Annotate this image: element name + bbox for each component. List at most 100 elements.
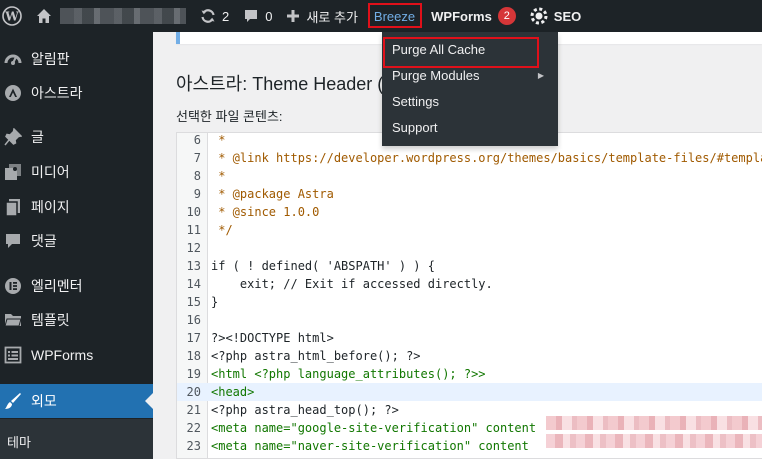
sidebar-item-comments[interactable]: 댓글 (0, 224, 153, 258)
updates-count: 2 (222, 8, 230, 24)
page-title: 아스트라: Theme Header (h (176, 74, 394, 94)
line-number: 16 (186, 313, 201, 327)
line-number: 15 (186, 295, 201, 309)
sidebar-item-templates[interactable]: 템플릿 (0, 303, 153, 337)
wpforms-label: WPForms (431, 8, 492, 24)
support-item[interactable]: Support (382, 115, 558, 141)
comments-icon (3, 231, 23, 251)
sidebar-item-posts[interactable]: 글 (0, 120, 153, 154)
seo-menu[interactable]: SEO (523, 0, 588, 32)
site-home-link[interactable] (30, 0, 193, 32)
wpforms-menu[interactable]: WPForms 2 (424, 0, 523, 32)
wpforms-notification-badge: 2 (497, 7, 516, 25)
line-number: 14 (186, 277, 201, 291)
code-text: <head> (211, 385, 255, 399)
code-text: * @package Astra (211, 187, 334, 201)
sidebar-item-label: 아스트라 (31, 85, 83, 101)
breeze-menu[interactable]: Breeze (365, 0, 424, 32)
svg-text:W: W (4, 10, 19, 24)
sidebar-item-label: 외모 (31, 393, 57, 409)
line-number: 11 (186, 223, 201, 237)
code-text: */ (211, 223, 233, 237)
home-icon (36, 8, 52, 24)
sidebar-item-label: 댓글 (31, 233, 57, 249)
comments-link[interactable]: 0 (236, 0, 279, 32)
elementor-icon (3, 276, 23, 296)
astra-icon (3, 83, 23, 103)
code-line: 15} (177, 293, 762, 311)
line-number: 6 (193, 133, 201, 147)
sidebar-item-label: 템플릿 (31, 312, 70, 328)
sidebar-item-media[interactable]: 미디어 (0, 155, 153, 189)
settings-item[interactable]: Settings (382, 89, 558, 115)
line-number: 22 (186, 421, 201, 435)
code-editor[interactable]: 6 * 7 * @link https://developer.wordpress… (176, 132, 762, 459)
folder-icon (3, 310, 23, 330)
wpforms-icon (3, 345, 23, 365)
purge-all-cache-item[interactable]: Purge All Cache (382, 37, 558, 68)
code-text: * @since 1.0.0 (211, 205, 320, 219)
new-content-button[interactable]: 새로 추가 (279, 0, 364, 32)
code-line: 12 (177, 239, 762, 257)
code-text: <meta name="naver-site-verification" con… (211, 439, 529, 453)
code-line: 13 if ( ! defined( 'ABSPATH' ) ) { (177, 257, 762, 275)
admin-sidebar: 알림판 아스트라 글 미디어 페이지 댓글 엘리멘터 템플릿 WPForms 외… (0, 32, 153, 459)
code-text: ?><!DOCTYPE html> (211, 331, 334, 345)
appearance-submenu: 테마 (0, 419, 153, 459)
sidebar-item-label: 글 (31, 129, 44, 145)
sidebar-item-label: WPForms (31, 347, 94, 363)
verification-content-blurred (546, 416, 762, 430)
sidebar-item-appearance[interactable]: 외모 (0, 384, 153, 418)
line-number: 17 (186, 331, 201, 345)
sidebar-item-pages[interactable]: 페이지 (0, 190, 153, 224)
admin-bar: W 2 0 새로 추가 Breeze WPForms 2 SEO (0, 0, 762, 32)
code-text: exit; // Exit if accessed directly. (211, 277, 493, 291)
code-line: 11 */ (177, 221, 762, 239)
code-line: 8 * (177, 167, 762, 185)
sidebar-item-label: 엘리멘터 (31, 278, 83, 294)
line-number: 21 (186, 403, 201, 417)
code-line: 20 <head> (177, 383, 762, 401)
code-line: 7 * @link https://developer.wordpress.or… (177, 149, 762, 167)
updates-link[interactable]: 2 (193, 0, 236, 32)
new-content-label: 새로 추가 (306, 9, 358, 25)
line-number: 20 (186, 385, 201, 399)
refresh-icon (200, 8, 216, 24)
code-text: * @link https://developer.wordpress.org/… (211, 151, 762, 165)
sidebar-item-label: 페이지 (31, 199, 70, 215)
code-line: 17 ?><!DOCTYPE html> (177, 329, 762, 347)
sidebar-item-elementor[interactable]: 엘리멘터 (0, 269, 153, 303)
line-number: 10 (186, 205, 201, 219)
plus-icon (286, 9, 300, 23)
comments-count: 0 (265, 8, 273, 24)
code-line: 14 exit; // Exit if accessed directly. (177, 275, 762, 293)
purge-modules-label: Purge Modules (392, 68, 480, 83)
verification-content-blurred (546, 434, 762, 448)
sidebar-item-wpforms[interactable]: WPForms (0, 338, 153, 372)
line-number: 7 (193, 151, 201, 165)
wordpress-logo-icon[interactable]: W (0, 0, 30, 32)
seo-gear-icon (530, 7, 548, 25)
line-number: 13 (186, 259, 201, 273)
code-text: <?php astra_html_before(); ?> (211, 349, 421, 363)
purge-modules-item[interactable]: Purge Modules ▶ (382, 63, 558, 89)
dashboard-icon (3, 49, 23, 69)
line-number: 12 (186, 241, 201, 255)
line-number: 8 (193, 169, 201, 183)
code-text: <html <?php language_attributes(); ?>> (211, 367, 486, 381)
line-number: 9 (193, 187, 201, 201)
code-line: 10 * @since 1.0.0 (177, 203, 762, 221)
sidebar-item-label: 미디어 (31, 164, 70, 180)
submenu-item-themes[interactable]: 테마 (7, 432, 31, 451)
file-content-label: 선택한 파일 콘텐츠: (176, 109, 283, 124)
site-name-blurred (60, 8, 186, 24)
sidebar-item-astra[interactable]: 아스트라 (0, 76, 153, 110)
sidebar-item-dashboard[interactable]: 알림판 (0, 42, 153, 76)
code-line: 18 <?php astra_html_before(); ?> (177, 347, 762, 365)
code-line: 19 <html <?php language_attributes(); ?>> (177, 365, 762, 383)
code-text: * (211, 133, 226, 147)
line-number: 19 (186, 367, 201, 381)
code-line: 9 * @package Astra (177, 185, 762, 203)
comment-icon (243, 8, 259, 24)
breeze-dropdown: Purge All Cache Purge Modules ▶ Settings… (382, 32, 558, 146)
